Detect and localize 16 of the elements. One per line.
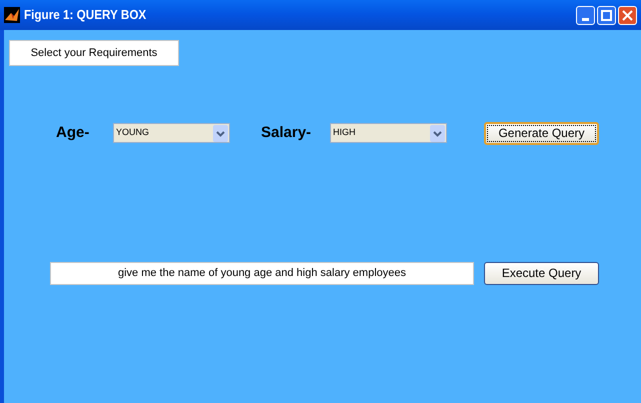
maximize-button[interactable] [597,6,616,24]
dropdown[interactable]: HIGH [330,123,447,143]
app-logo-icon [4,7,20,23]
minimize-icon [582,18,589,20]
filter-label: Age- [56,122,90,143]
maximize-icon [601,10,612,20]
filter-label: Salary- [261,122,312,143]
close-icon [622,10,633,20]
generate-query-button[interactable]: Generate Query [484,122,599,144]
execute-query-button[interactable]: Execute Query [484,262,599,284]
dropdown[interactable]: YOUNG [113,123,230,143]
minimize-button[interactable] [576,6,595,24]
window-title: Figure 1: QUERY BOX [24,6,146,24]
query-field[interactable]: give me the name of young age and high salary employees [50,262,474,284]
heading-label: Select your Requirements [9,40,179,66]
close-button[interactable] [618,6,637,24]
